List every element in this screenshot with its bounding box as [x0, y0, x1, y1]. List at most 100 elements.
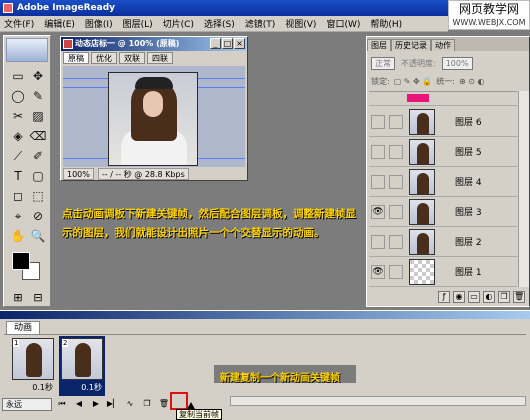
layer-thumbnail	[409, 228, 435, 255]
frame-scrollbar[interactable]	[230, 396, 526, 406]
marquee-tool-icon[interactable]: ▭	[8, 66, 28, 86]
layer-row[interactable]: 图层 2	[369, 227, 517, 257]
animation-frame-selected[interactable]: 2 0.1秒	[59, 336, 105, 396]
stamp-tool-icon[interactable]: ◈	[8, 126, 28, 146]
zoom-tool-icon[interactable]: 🔍	[28, 226, 48, 246]
document-canvas[interactable]	[63, 66, 245, 167]
visibility-icon[interactable]: 👁	[371, 204, 385, 219]
visibility-icon[interactable]	[371, 114, 385, 129]
menu-bar: 文件(F) 编辑(E) 图像(I) 图层(L) 切片(C) 选择(S) 滤镜(T…	[0, 16, 448, 32]
tab-original[interactable]: 原稿	[63, 52, 89, 64]
frame-delay[interactable]: 0.1秒	[10, 382, 56, 393]
screen-mode-icon[interactable]: ⊟	[33, 291, 42, 304]
menu-image[interactable]: 图像(I)	[85, 17, 113, 30]
animation-frame[interactable]: 1 0.1秒	[10, 336, 56, 396]
document-title: 动态店标一 @ 100% (原稿)	[75, 39, 180, 48]
type-tool-icon[interactable]: T	[8, 166, 28, 186]
menu-view[interactable]: 视图(V)	[285, 17, 316, 30]
loop-select[interactable]: 永远	[2, 397, 52, 411]
lock-unify-row: 锁定: ▢ ✎ ✥ 🔒 统一: ⊕ ⊙ ◐	[371, 74, 527, 88]
visibility-icon[interactable]	[371, 174, 385, 189]
tab-layers[interactable]: 图层	[367, 39, 391, 51]
menu-edit[interactable]: 编辑(E)	[44, 17, 75, 30]
tab-optimized[interactable]: 优化	[91, 52, 117, 64]
layer-effects-icon[interactable]: ƒ	[438, 291, 450, 303]
adjustment-layer-icon[interactable]: ◐	[483, 291, 495, 303]
tab-2up[interactable]: 双联	[119, 52, 145, 64]
tool-grid: ▭ ✥ ◯ ✎ ✂ ▨ ◈ ⌫ ⟋ ✐ T ▢ ◻ ⬚ ⌖ ⊘ ✋ 🔍	[8, 66, 48, 246]
frame-delay[interactable]: 0.1秒	[59, 382, 105, 393]
foreground-color-swatch[interactable]	[12, 252, 30, 270]
layer-row[interactable]: 图层 4	[369, 167, 517, 197]
lock-icons[interactable]: ▢ ✎ ✥ 🔒	[394, 77, 433, 86]
menu-file[interactable]: 文件(F)	[4, 17, 34, 30]
layer-list-scrollbar[interactable]	[518, 91, 529, 287]
eyedropper-tool-icon[interactable]: ⌖	[8, 206, 28, 226]
first-frame-icon[interactable]: ⏮	[55, 398, 69, 410]
layers-panel: 图层 历史记录 动作 正常 不透明度: 100% 锁定: ▢ ✎ ✥ 🔒 统一:…	[366, 36, 530, 307]
layer-row[interactable]: 👁 图层 1	[369, 257, 517, 287]
menu-filter[interactable]: 滤镜(T)	[245, 17, 276, 30]
new-layer-icon[interactable]: ❐	[498, 291, 510, 303]
eraser-tool-icon[interactable]: ⌫	[28, 126, 48, 146]
blend-opacity-row: 正常 不透明度: 100%	[371, 56, 527, 70]
visibility-icon[interactable]	[371, 144, 385, 159]
preview-mode-icon[interactable]: ⊞	[13, 291, 22, 304]
visibility-tool-icon[interactable]: ⊘	[28, 206, 48, 226]
slice-tool-icon[interactable]: ▨	[28, 106, 48, 126]
prev-frame-icon[interactable]: ◀	[72, 398, 86, 410]
link-icon[interactable]	[389, 114, 403, 129]
unify-label: 统一:	[436, 76, 455, 86]
opacity-value[interactable]: 100%	[441, 56, 473, 70]
visibility-icon[interactable]	[371, 234, 385, 249]
visibility-icon[interactable]: 👁	[371, 264, 385, 279]
tween-icon[interactable]: ∿	[123, 398, 137, 410]
close-icon[interactable]: ×	[234, 38, 245, 49]
instruction-text: 点击动画调板下新建关键帧，然后配合图层调板，调整新建帧显示的图层，我们就能设计出…	[62, 208, 356, 239]
layer-name: 图层 6	[455, 118, 482, 128]
layer-row[interactable]: 图层 6	[369, 107, 517, 137]
layer-mask-icon[interactable]: ◉	[453, 291, 465, 303]
layer-row-partial[interactable]	[369, 92, 517, 106]
menu-help[interactable]: 帮助(H)	[370, 17, 402, 30]
link-icon[interactable]	[389, 204, 403, 219]
hand-tool-icon[interactable]: ✋	[8, 226, 28, 246]
menu-layer[interactable]: 图层(L)	[123, 17, 153, 30]
move-tool-icon[interactable]: ✥	[28, 66, 48, 86]
delete-layer-icon[interactable]: 🗑	[513, 291, 525, 303]
rectangle-tool-icon[interactable]: ▢	[28, 166, 48, 186]
watermark: 网页教学网 WWW.WEBJX.COM	[448, 0, 530, 30]
tab-history[interactable]: 历史记录	[391, 39, 431, 51]
layer-row[interactable]: 👁 图层 3	[369, 197, 517, 227]
layer-row[interactable]: 图层 5	[369, 137, 517, 167]
link-icon[interactable]	[389, 264, 403, 279]
play-icon[interactable]: ▶	[89, 398, 103, 410]
tab-animation[interactable]: 动画	[6, 321, 40, 334]
tab-4up[interactable]: 四联	[147, 52, 173, 64]
maximize-icon[interactable]: □	[222, 38, 233, 49]
menu-select[interactable]: 选择(S)	[204, 17, 235, 30]
blend-mode-select[interactable]: 正常	[371, 56, 395, 70]
unify-icons[interactable]: ⊕ ⊙ ◐	[459, 77, 484, 86]
shape-tool-icon[interactable]: ◻	[8, 186, 28, 206]
next-frame-icon[interactable]: ▶▏	[106, 398, 120, 410]
document-status-bar: 100% -- / -- 秒 @ 28.8 Kbps	[63, 168, 245, 180]
new-frame-icon[interactable]: ❐	[140, 398, 154, 410]
minimize-icon[interactable]: _	[210, 38, 221, 49]
pencil-tool-icon[interactable]: ✐	[28, 146, 48, 166]
menu-window[interactable]: 窗口(W)	[326, 17, 360, 30]
tab-actions[interactable]: 动作	[431, 39, 455, 51]
delete-frame-icon[interactable]: 🗑	[157, 398, 171, 410]
link-icon[interactable]	[389, 174, 403, 189]
crop-tool-icon[interactable]: ✂	[8, 106, 28, 126]
link-icon[interactable]	[389, 234, 403, 249]
magic-wand-tool-icon[interactable]: ✎	[28, 86, 48, 106]
lasso-tool-icon[interactable]: ◯	[8, 86, 28, 106]
link-icon[interactable]	[389, 144, 403, 159]
layer-set-icon[interactable]: ▭	[468, 291, 480, 303]
download-time[interactable]: -- / -- 秒 @ 28.8 Kbps	[97, 168, 189, 180]
menu-slice[interactable]: 切片(C)	[163, 17, 194, 30]
image-map-tool-icon[interactable]: ⬚	[28, 186, 48, 206]
zoom-level[interactable]: 100%	[63, 168, 94, 180]
brush-tool-icon[interactable]: ⟋	[8, 146, 28, 166]
